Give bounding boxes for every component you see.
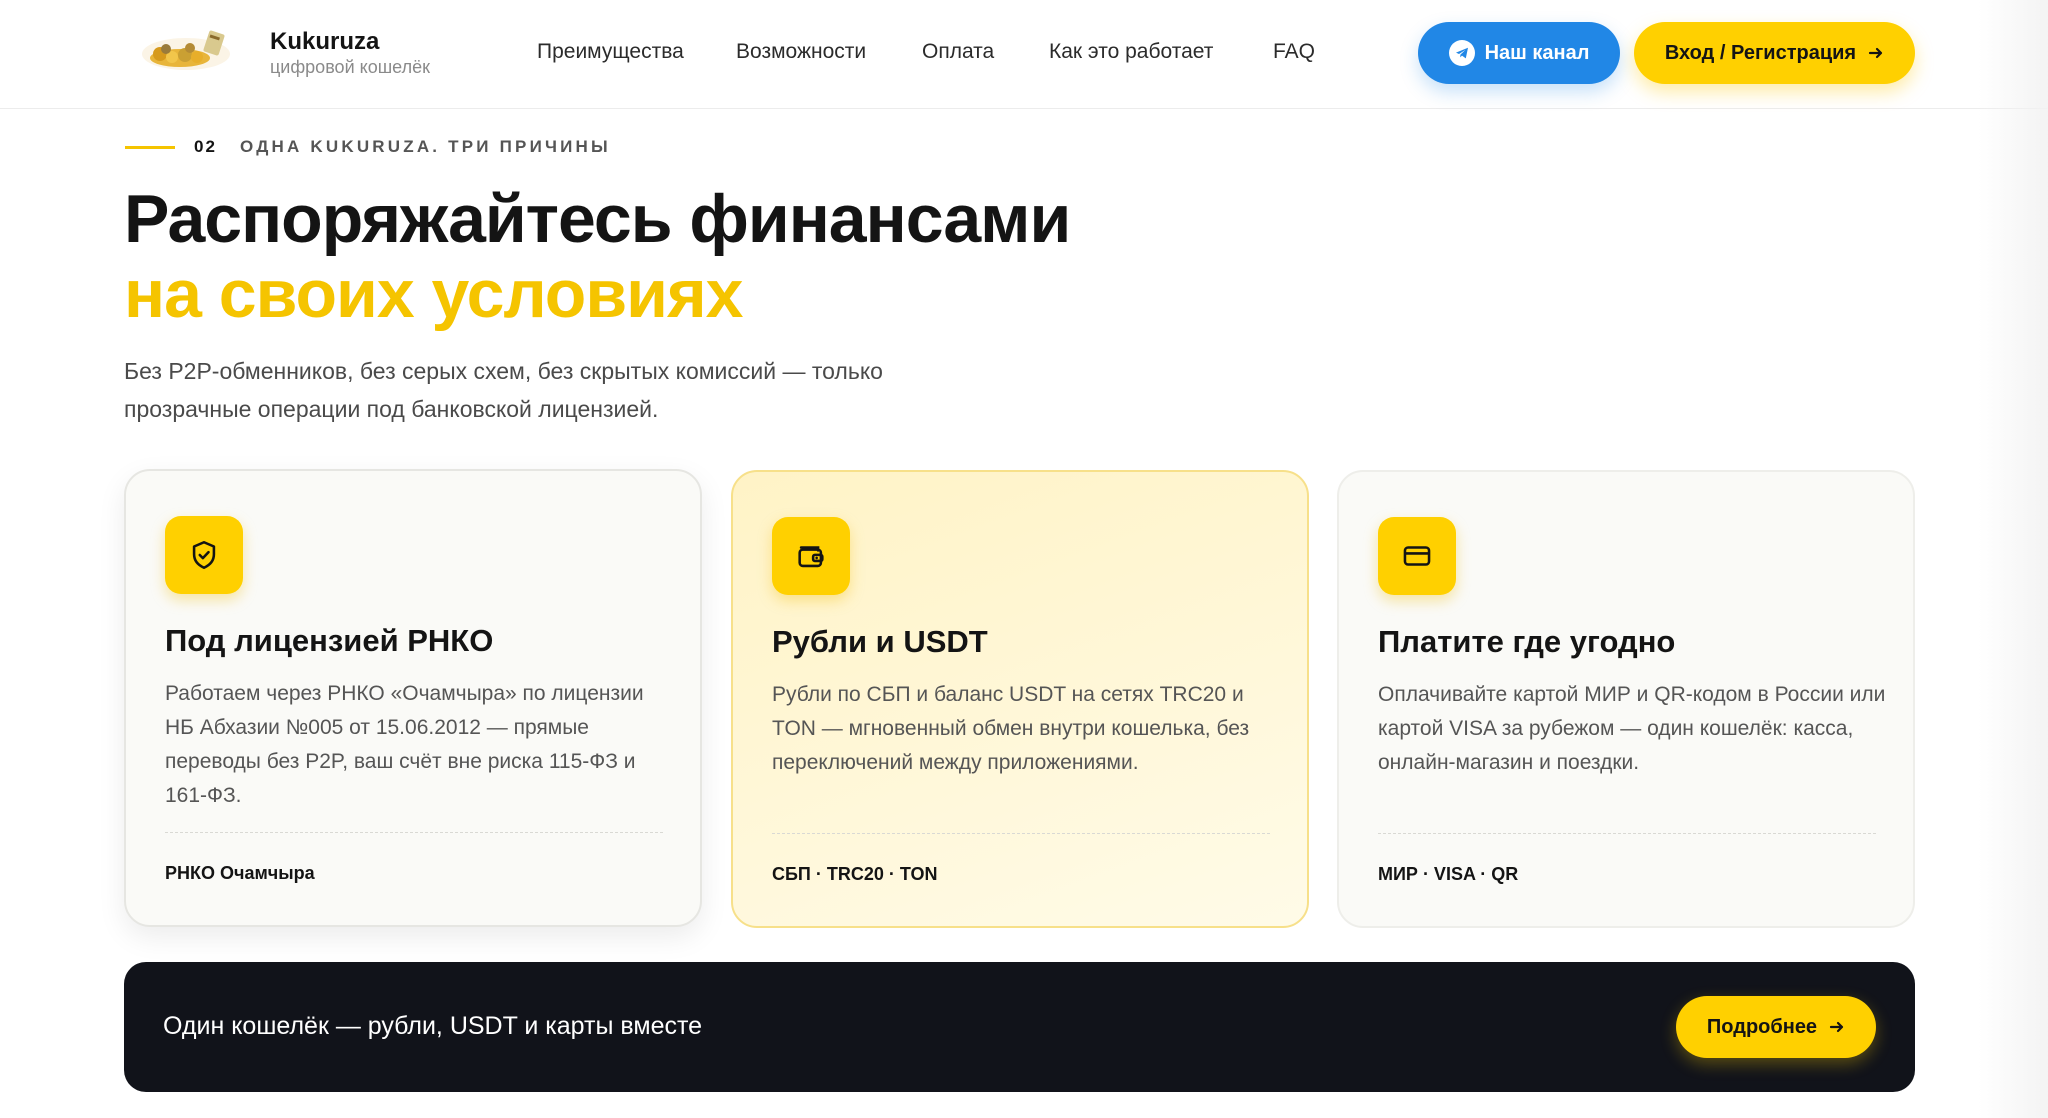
- login-button[interactable]: Вход / Регистрация: [1634, 22, 1915, 84]
- shield-check-icon: [165, 516, 243, 594]
- eyebrow-line: [125, 146, 175, 149]
- card-title: Рубли и USDT: [772, 624, 988, 659]
- credit-card-icon: [1378, 517, 1456, 595]
- page-edge-shadow: [1978, 0, 2048, 1118]
- card-description: Оплачивайте картой МИР и QR-кодом в Росс…: [1378, 683, 1886, 774]
- card-title: Под лицензией РНКО: [165, 623, 494, 658]
- card-divider: [772, 833, 1270, 834]
- channel-button-label: Наш канал: [1484, 41, 1590, 64]
- card-tag: МИР · VISA · QR: [1378, 864, 1519, 884]
- brand-name[interactable]: Kukuruza: [270, 28, 379, 56]
- card-description: Работаем через РНКО «Очамчыра» по лиценз…: [165, 682, 644, 807]
- card-tag: РНКО Очамчыра: [165, 863, 315, 883]
- login-button-label: Вход / Регистрация: [1664, 41, 1857, 64]
- arrow-right-icon: [1829, 1021, 1844, 1033]
- cta-banner: Один кошелёк — рубли, USDT и карты вмест…: [124, 962, 1915, 1092]
- arrow-right-icon: [1869, 47, 1883, 59]
- channel-button[interactable]: Наш канал: [1418, 22, 1620, 84]
- banner-text: Один кошелёк — рубли, USDT и карты вмест…: [163, 1012, 703, 1040]
- feature-card-payments: Платите где угодно Оплачивайте картой МИ…: [1337, 470, 1915, 928]
- nav-item-how-it-works[interactable]: Как это работает: [1049, 40, 1213, 64]
- logo-icon[interactable]: [138, 24, 234, 72]
- card-tag: СБП · TRC20 · TON: [772, 864, 938, 884]
- nav-item-advantages[interactable]: Преимущества: [537, 40, 684, 64]
- feature-card-currencies: Рубли и USDT Рубли по СБП и баланс USDT …: [731, 470, 1309, 928]
- lead-text: Без P2P-обменников, без серых схем, без …: [124, 358, 883, 422]
- card-title: Платите где угодно: [1378, 624, 1676, 659]
- card-divider: [1378, 833, 1876, 834]
- section-eyebrow: ОДНА KUKURUZA. ТРИ ПРИЧИНЫ: [240, 137, 611, 156]
- nav-item-features[interactable]: Возможности: [736, 40, 866, 64]
- telegram-icon: [1448, 40, 1475, 66]
- brand-subtitle: цифровой кошелёк: [270, 57, 430, 77]
- wallet-icon: [772, 517, 850, 595]
- card-description: Рубли по СБП и баланс USDT на сетях TRC2…: [772, 683, 1250, 774]
- more-button-label: Подробнее: [1706, 1015, 1818, 1038]
- nav-item-faq[interactable]: FAQ: [1273, 40, 1315, 64]
- feature-card-license: Под лицензией РНКО Работаем через РНКО «…: [124, 469, 702, 927]
- more-button[interactable]: Подробнее: [1676, 996, 1876, 1058]
- headline: Распоряжайтесь финансами: [124, 181, 1071, 257]
- nav-item-payment[interactable]: Оплата: [922, 40, 994, 64]
- headline-accent: на своих условиях: [124, 256, 743, 332]
- site-header: Kukuruza цифровой кошелёк Преимущества В…: [0, 0, 2048, 109]
- section-number: 02: [194, 137, 217, 156]
- card-divider: [165, 832, 663, 833]
